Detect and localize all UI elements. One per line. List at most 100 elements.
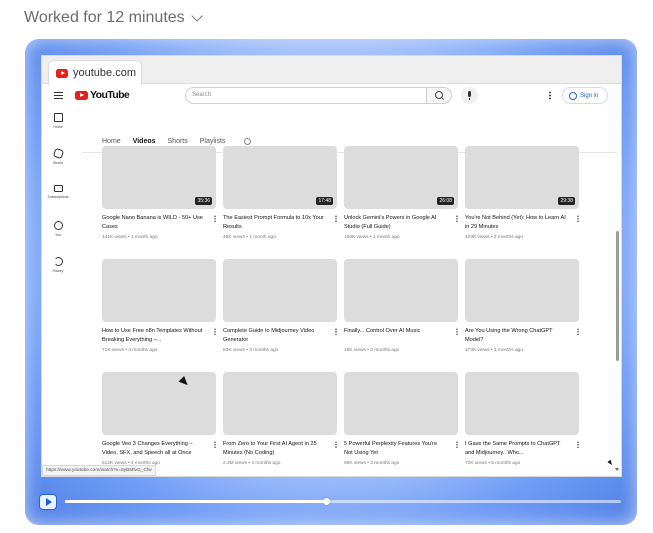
sidebar-item-label: Home (53, 125, 63, 129)
channel-tabs: Home Videos Shorts Playlists (102, 138, 225, 145)
video-card[interactable]: From Zero to Your First AI Agent in 25 M… (223, 372, 337, 466)
video-title[interactable]: 5 Powerful Perplexity Features You're No… (344, 440, 458, 458)
sidebar-item-home[interactable]: Home (42, 113, 74, 146)
shorts-icon (52, 147, 64, 160)
video-title[interactable]: From Zero to Your First AI Agent in 25 M… (223, 440, 337, 458)
sign-in-button[interactable]: Sign in (562, 87, 608, 104)
video-thumbnail[interactable] (465, 372, 579, 435)
video-card[interactable]: Google Veo 3 Changes Everything – Video,… (102, 372, 216, 466)
video-more-options-icon[interactable] (456, 441, 458, 448)
playback-controls (39, 494, 625, 510)
video-more-options-icon[interactable] (577, 328, 579, 335)
video-title[interactable]: How to Use Free n8n Templates Without Br… (102, 327, 216, 345)
video-duration: 17:48 (316, 197, 333, 205)
video-title[interactable]: Complete Guide to Midjourney Video Gener… (223, 327, 337, 345)
video-more-options-icon[interactable] (214, 441, 216, 448)
video-thumbnail[interactable] (102, 259, 216, 322)
sign-in-label: Sign in (580, 92, 599, 99)
microphone-icon[interactable] (461, 87, 478, 104)
video-meta: 166K views • 1 month ago (344, 235, 400, 240)
video-title[interactable]: Google Veo 3 Changes Everything – Video,… (102, 440, 216, 458)
scroll-down-arrow-icon[interactable] (615, 468, 619, 471)
video-card[interactable]: How to Use Free n8n Templates Without Br… (102, 259, 216, 353)
history-icon (53, 257, 63, 266)
home-icon (53, 113, 63, 122)
youtube-logo[interactable]: YouTube (75, 89, 130, 101)
video-meta: 173K views • 3 months ago (465, 348, 523, 353)
youtube-header: YouTube Search Sign in (42, 84, 621, 110)
video-title[interactable]: Finally... Control Over AI Music (344, 327, 458, 345)
video-card[interactable]: Complete Guide to Midjourney Video Gener… (223, 259, 337, 353)
video-thumbnail[interactable] (465, 259, 579, 322)
video-card[interactable]: 17:48 The Easiest Prompt Formula to 10x Y… (223, 146, 337, 240)
progress-handle[interactable] (322, 497, 330, 505)
video-card[interactable]: 35:36 Google Nano Banana is WILD - 50+ Us… (102, 146, 216, 240)
video-title[interactable]: Unlock Gemini's Powers in Google AI Stud… (344, 214, 458, 232)
video-title[interactable]: I Gave the Same Prompts to ChatGPT and M… (465, 440, 579, 458)
video-card[interactable]: 26:08 Unlock Gemini's Powers in Google AI… (344, 146, 458, 240)
video-more-options-icon[interactable] (577, 215, 579, 222)
small-cursor-icon (607, 459, 614, 467)
page-scrollbar[interactable] (616, 231, 619, 361)
video-thumbnail[interactable]: 26:08 (344, 146, 458, 209)
work-status[interactable]: Worked for 12 minutes (24, 9, 203, 27)
youtube-logo-icon (75, 90, 88, 100)
tab-home[interactable]: Home (102, 138, 121, 145)
video-card[interactable]: 29:38 You're Not Behind (Yet): How to Lea… (465, 146, 579, 240)
video-meta: 441K views • 1 month ago (102, 235, 158, 240)
video-meta: 72K views • 5 months ago (465, 461, 521, 466)
video-meta: 83K views • 3 months ago (223, 348, 279, 353)
video-thumbnail[interactable] (344, 372, 458, 435)
tab-videos[interactable]: Videos (133, 138, 156, 145)
video-more-options-icon[interactable] (335, 441, 337, 448)
video-card[interactable]: Finally... Control Over AI Music 16K view… (344, 259, 458, 353)
video-title[interactable]: Google Nano Banana is WILD - 50+ Use Cas… (102, 214, 216, 232)
work-status-text: Worked for 12 minutes (24, 9, 185, 26)
youtube-favicon-icon (56, 68, 68, 78)
video-thumbnail[interactable]: 29:38 (465, 146, 579, 209)
more-options-icon[interactable] (549, 91, 551, 100)
sidebar-item-label: Subscriptions (47, 195, 69, 199)
video-duration: 35:36 (195, 197, 212, 205)
video-more-options-icon[interactable] (456, 215, 458, 222)
video-more-options-icon[interactable] (335, 215, 337, 222)
video-card[interactable]: Are You Using the Wrong ChatGPT Model? 17… (465, 259, 579, 353)
sidebar-item-you[interactable]: You (42, 221, 74, 254)
video-thumbnail[interactable]: 17:48 (223, 146, 337, 209)
sidebar-item-subscriptions[interactable]: Subscriptions (42, 185, 74, 218)
video-meta: 423K views • 2 months ago (465, 235, 523, 240)
video-more-options-icon[interactable] (456, 328, 458, 335)
video-meta: 98K views • 3 months ago (344, 461, 400, 466)
video-title[interactable]: Are You Using the Wrong ChatGPT Model? (465, 327, 579, 345)
video-more-options-icon[interactable] (335, 328, 337, 335)
video-card[interactable]: I Gave the Same Prompts to ChatGPT and M… (465, 372, 579, 466)
search-input[interactable]: Search (185, 87, 427, 104)
video-more-options-icon[interactable] (214, 328, 216, 335)
sidebar-item-shorts[interactable]: Shorts (42, 147, 74, 182)
video-thumbnail[interactable] (344, 259, 458, 322)
browser-tab[interactable]: youtube.com (48, 60, 142, 85)
sidebar-item-history[interactable]: History (42, 257, 74, 290)
video-card[interactable]: 5 Powerful Perplexity Features You're No… (344, 372, 458, 466)
search-button[interactable] (427, 87, 452, 104)
menu-icon[interactable] (54, 92, 63, 99)
youtube-logo-text: YouTube (90, 89, 130, 101)
tab-shorts[interactable]: Shorts (168, 138, 188, 145)
video-thumbnail[interactable] (102, 372, 216, 435)
browser-tab-title: youtube.com (73, 67, 136, 79)
play-button[interactable] (39, 494, 57, 510)
tab-playlists[interactable]: Playlists (200, 138, 226, 145)
video-thumbnail[interactable] (223, 259, 337, 322)
video-more-options-icon[interactable] (577, 441, 579, 448)
video-more-options-icon[interactable] (214, 215, 216, 222)
you-icon (53, 221, 63, 230)
video-meta: 2.3M views • 4 months ago (223, 461, 281, 466)
video-thumbnail[interactable]: 35:36 (102, 146, 216, 209)
channel-search-icon[interactable] (244, 138, 251, 145)
video-title[interactable]: The Easiest Prompt Formula to 10x Your R… (223, 214, 337, 232)
video-duration: 29:38 (558, 197, 575, 205)
progress-track[interactable] (65, 497, 621, 505)
video-thumbnail[interactable] (223, 372, 337, 435)
video-player: youtube.com YouTube Search Sign in Home (25, 39, 637, 525)
video-title[interactable]: You're Not Behind (Yet): How to Learn AI… (465, 214, 579, 232)
